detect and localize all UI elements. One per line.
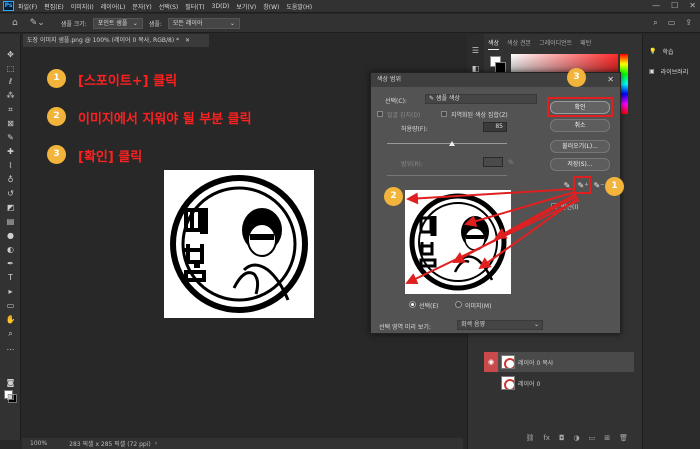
arrow-to-face bbox=[464, 191, 576, 227]
photoshop-window: Ps 파일(F) 편집(E) 이미지(I) 레이어(L) 문자(Y) 선택(S)… bbox=[0, 0, 700, 449]
arrow-to-corner bbox=[406, 188, 574, 205]
arrow-to-bottom bbox=[405, 199, 580, 285]
annotation-arrows bbox=[405, 188, 580, 285]
arrow-to-right bbox=[494, 193, 577, 239]
